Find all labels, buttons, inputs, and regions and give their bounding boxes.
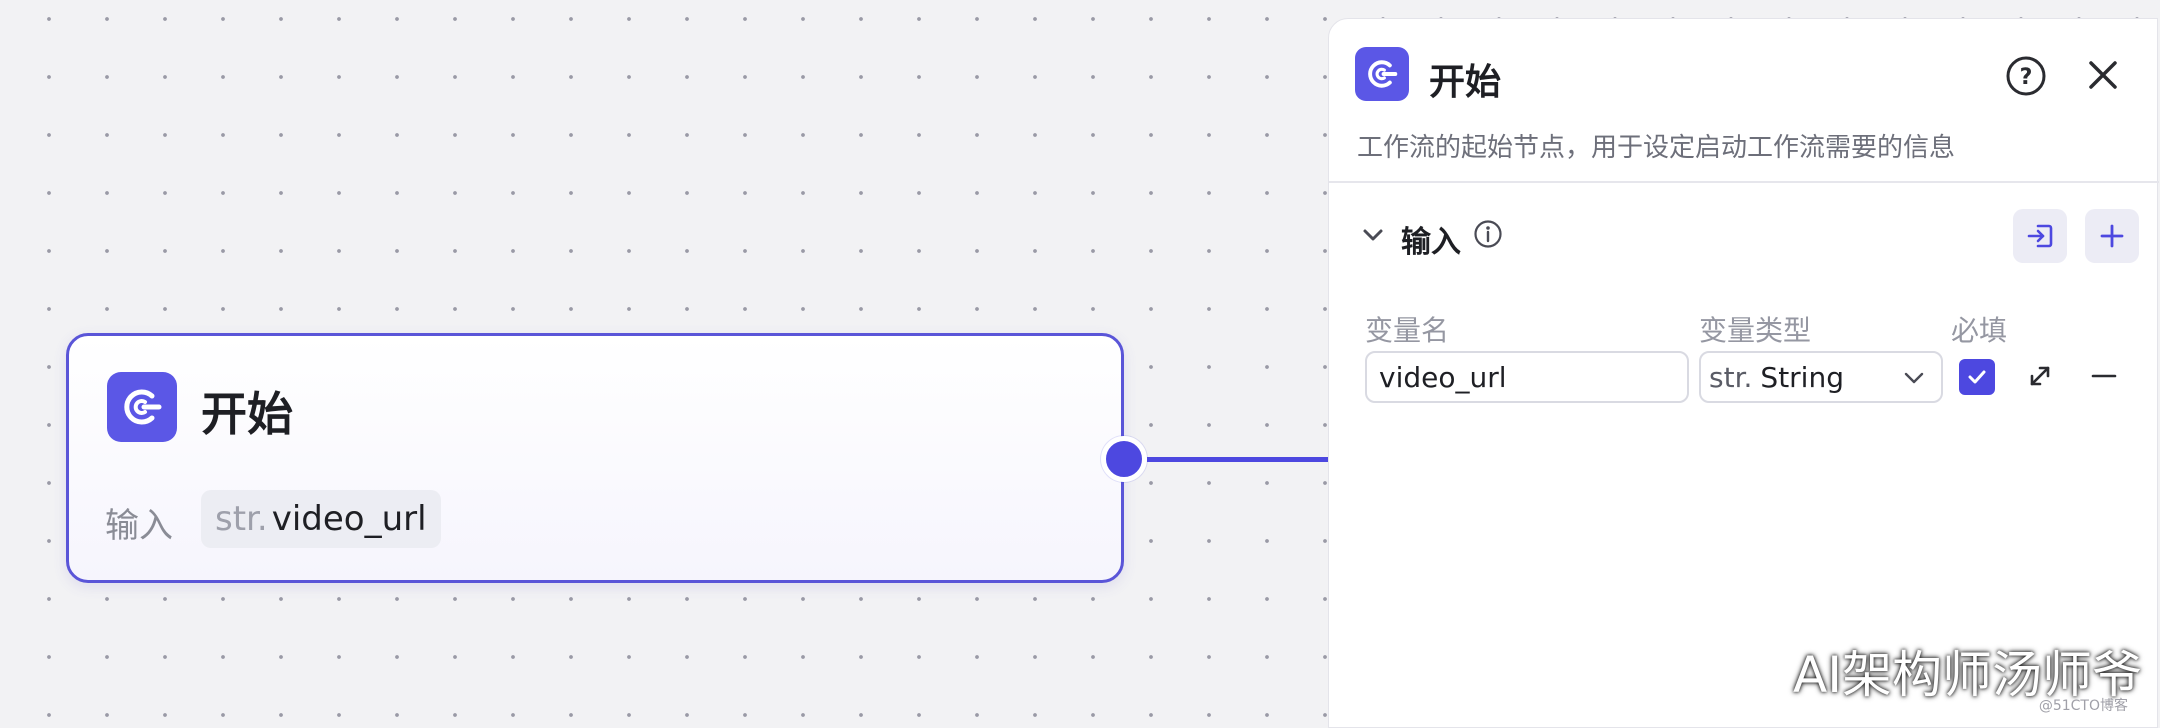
chevron-down-icon xyxy=(1904,372,1924,384)
column-header-name: 变量名 xyxy=(1365,314,1450,347)
column-header-required: 必填 xyxy=(1951,314,2008,347)
plus-icon xyxy=(2100,224,2124,248)
start-node[interactable]: 开始 输入 str. video_url xyxy=(66,333,1124,583)
import-icon xyxy=(2027,224,2053,248)
panel-description: 工作流的起始节点，用于设定启动工作流需要的信息 xyxy=(1357,133,1956,163)
start-logo-icon xyxy=(107,372,177,442)
column-header-type: 变量类型 xyxy=(1699,314,1812,347)
output-port[interactable] xyxy=(1101,436,1147,482)
type-value: String xyxy=(1760,360,1844,394)
type-prefix: str. xyxy=(1709,360,1753,394)
divider xyxy=(1329,181,2159,183)
node-input-label: 输入 xyxy=(105,506,173,546)
close-icon[interactable] xyxy=(2085,57,2121,93)
watermark-small-text: @51CTO博客 xyxy=(2038,698,2128,714)
svg-text:?: ? xyxy=(2020,65,2033,90)
node-settings-panel: 开始 ? 工作流的起始节点，用于设定启动工作流需要的信息 输入 变量名 变量类型… xyxy=(1328,18,2159,728)
workflow-canvas[interactable]: 开始 输入 str. video_url xyxy=(0,0,1330,719)
variable-tag: str. video_url xyxy=(201,490,441,548)
connection-edge xyxy=(1147,457,1330,462)
required-checkbox[interactable] xyxy=(1959,359,1995,395)
add-variable-button[interactable] xyxy=(2085,209,2139,263)
help-icon[interactable]: ? xyxy=(2005,55,2047,97)
expand-icon[interactable] xyxy=(2023,359,2057,393)
minus-icon[interactable] xyxy=(2087,359,2121,393)
start-logo-icon xyxy=(1355,47,1409,101)
variable-type: str. xyxy=(215,499,268,539)
chevron-down-icon[interactable] xyxy=(1357,219,1389,251)
import-button[interactable] xyxy=(2013,209,2067,263)
variable-name: video_url xyxy=(271,499,427,539)
check-icon xyxy=(1968,370,1986,384)
panel-title: 开始 xyxy=(1429,62,1502,103)
variable-name-input[interactable] xyxy=(1365,351,1689,403)
info-icon[interactable] xyxy=(1473,219,1503,249)
variable-type-select[interactable]: str. String xyxy=(1699,351,1943,403)
section-title-input: 输入 xyxy=(1401,225,1461,260)
node-title: 开始 xyxy=(201,387,293,441)
